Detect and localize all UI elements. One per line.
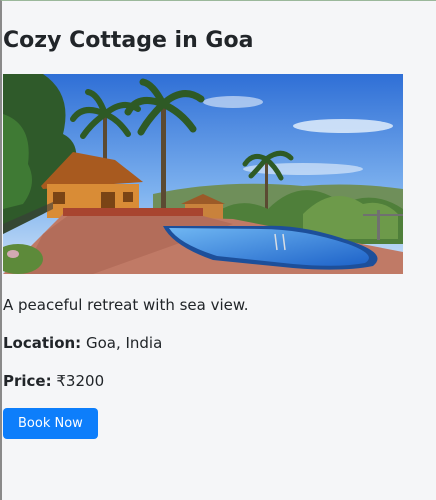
- location-label: Location:: [3, 334, 82, 352]
- book-now-button[interactable]: Book Now: [3, 408, 98, 439]
- listing-description: A peaceful retreat with sea view.: [3, 296, 249, 314]
- location-value: Goa, India: [85, 334, 163, 352]
- price-value: ₹3200: [56, 372, 105, 390]
- price-row: Price: ₹3200: [3, 371, 436, 391]
- listing-title: Cozy Cottage in Goa: [3, 28, 254, 53]
- cottage-photo: [3, 74, 403, 274]
- listing-page: Cozy Cottage in Goa A peaceful retreat w…: [2, 1, 436, 439]
- location-row: Location: Goa, India: [3, 333, 436, 353]
- price-label: Price:: [3, 372, 52, 390]
